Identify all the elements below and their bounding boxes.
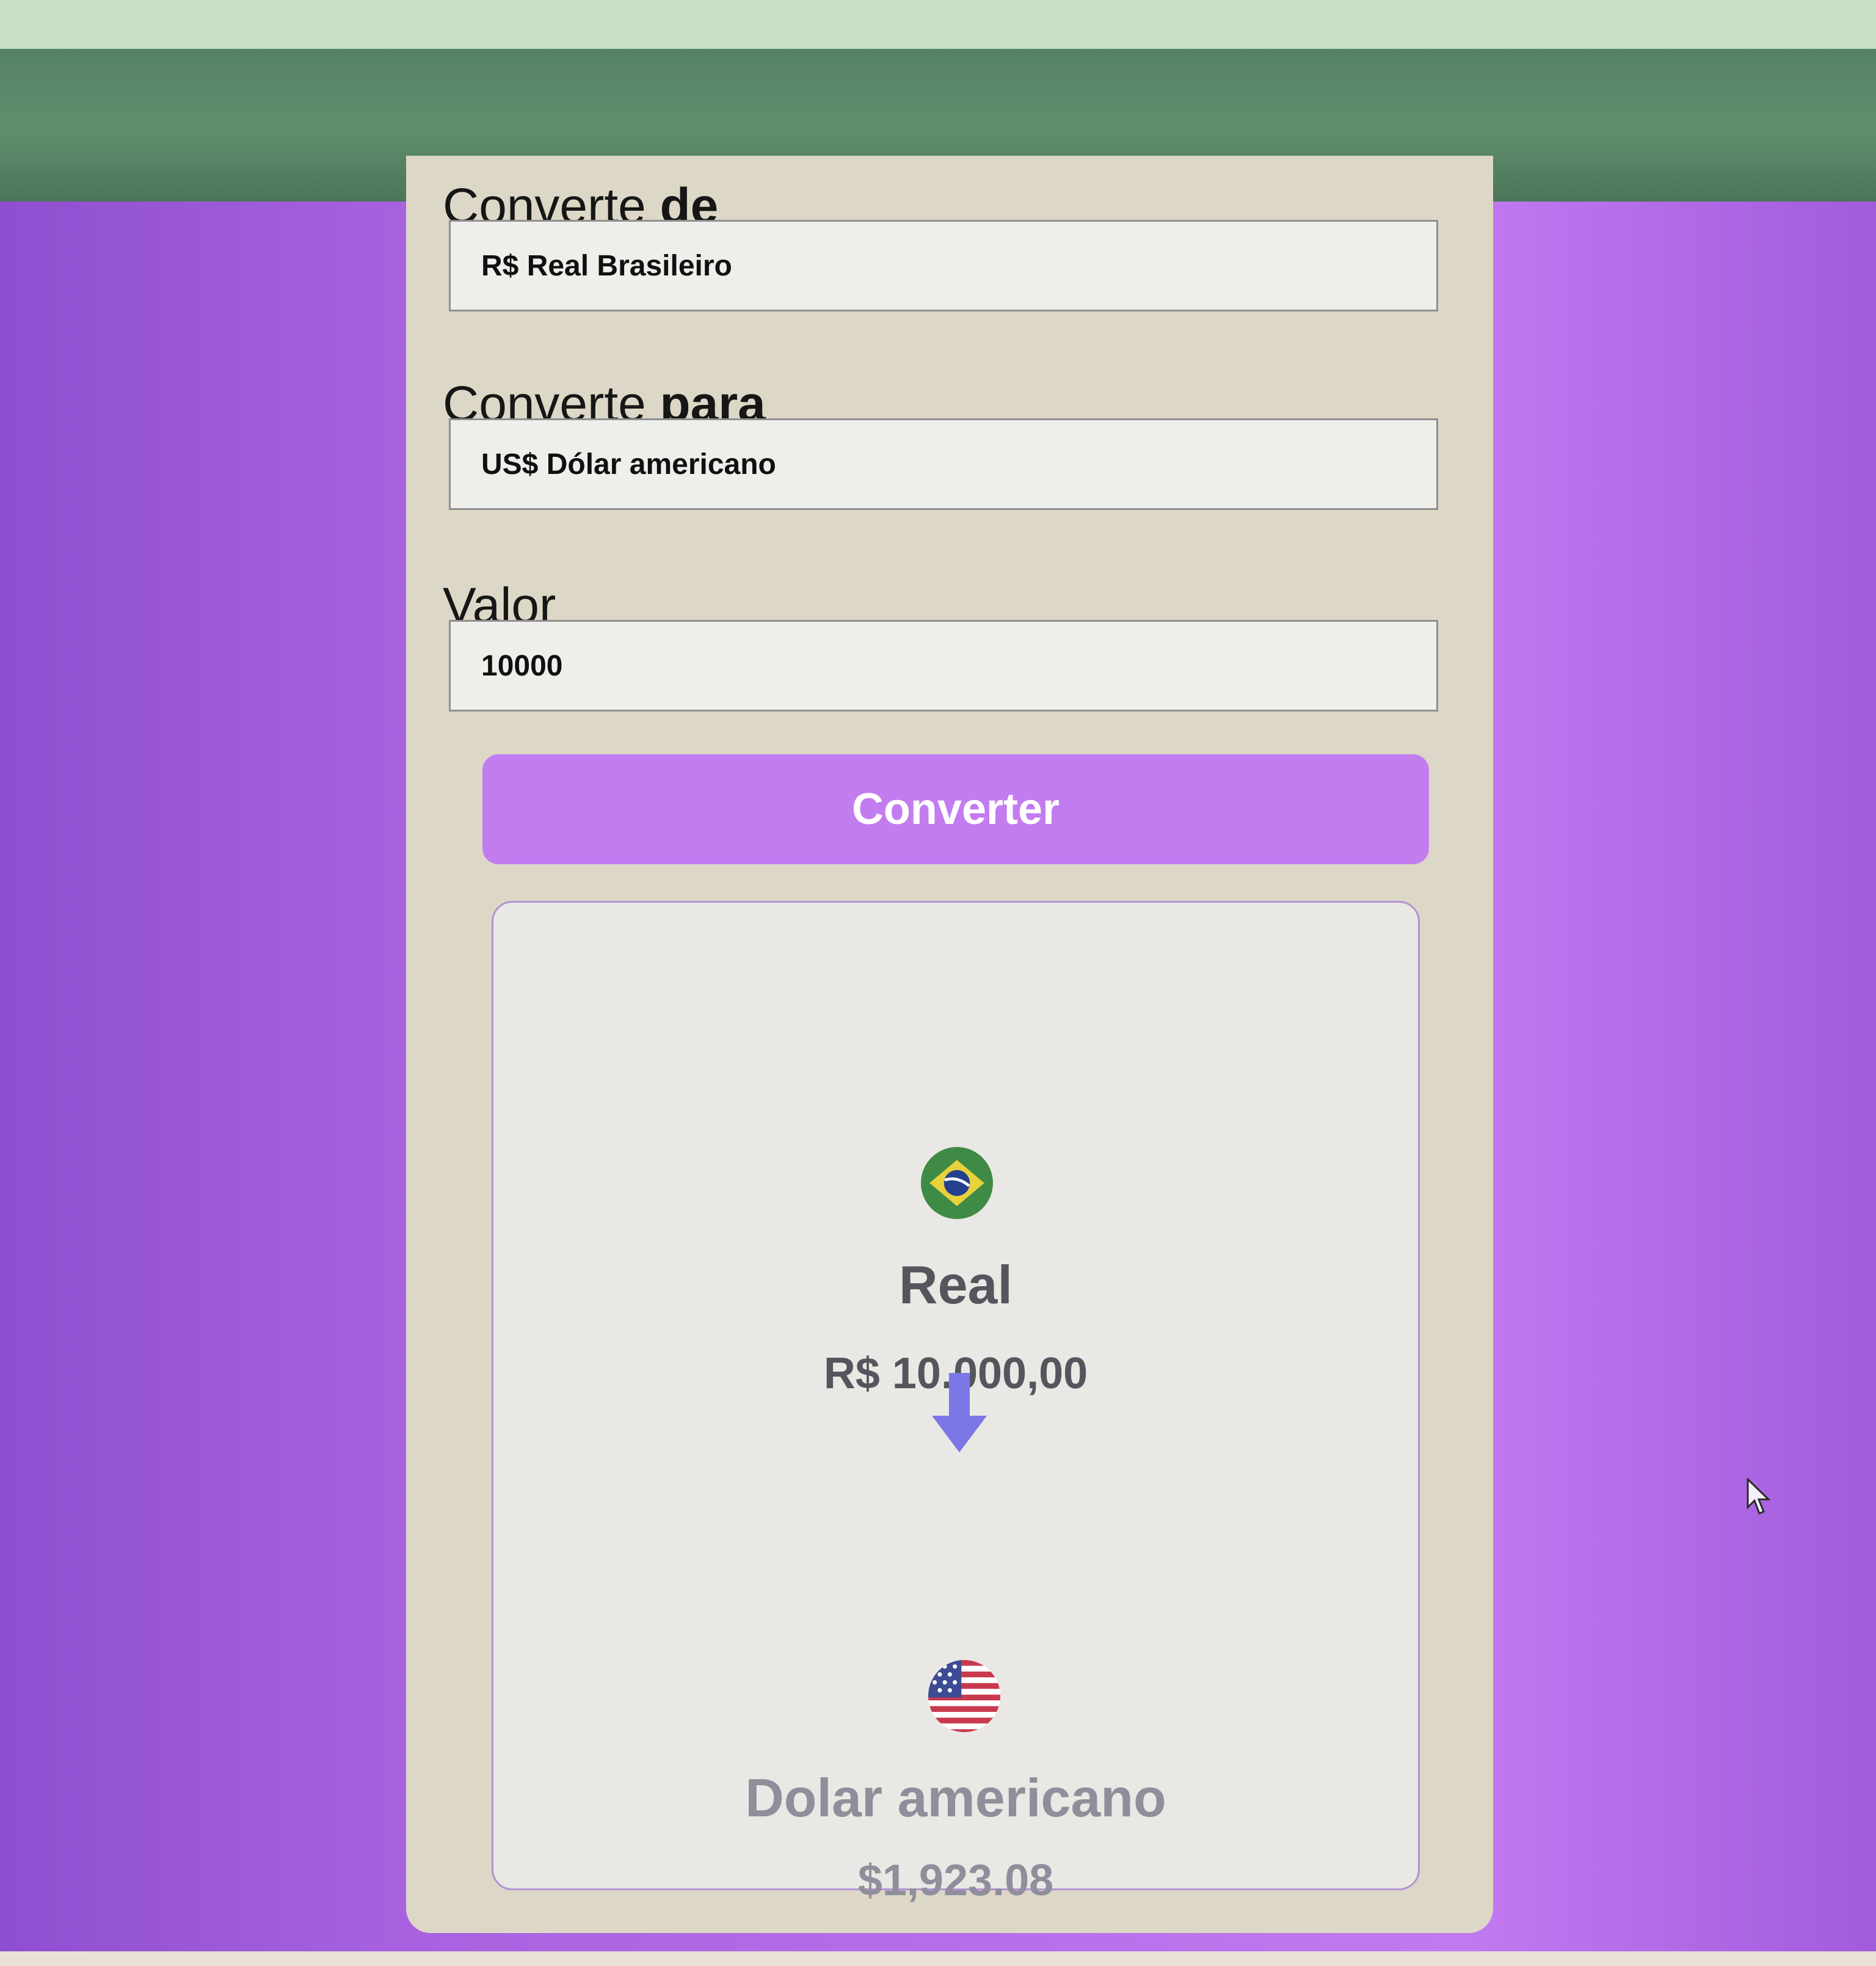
amount-input[interactable]: 10000 <box>449 620 1438 712</box>
target-currency-name: Dolar americano <box>745 1768 1166 1828</box>
us-flag-icon <box>928 1660 1000 1732</box>
convert-button[interactable]: Converter <box>482 754 1429 864</box>
from-currency-value: R$ Real Brasileiro <box>481 249 732 282</box>
from-currency-select[interactable]: R$ Real Brasileiro <box>449 220 1438 311</box>
window-top-strip <box>0 0 1876 49</box>
source-currency-name: Real <box>899 1254 1013 1315</box>
to-currency-select[interactable]: US$ Dólar americano <box>449 418 1438 510</box>
mouse-cursor-icon <box>1747 1478 1771 1515</box>
conversion-result-panel: Real R$ 10.000,00 Dolar americano $1,923… <box>492 901 1420 1905</box>
brazil-flag-icon <box>921 1147 993 1219</box>
to-currency-value: US$ Dólar americano <box>481 448 776 481</box>
target-currency-amount: $1,923.08 <box>857 1856 1054 1905</box>
converter-card: Converte de R$ Real Brasileiro Converte … <box>406 156 1493 1933</box>
arrow-down-icon <box>932 1373 987 1452</box>
amount-value: 10000 <box>481 649 563 682</box>
window-bottom-strip <box>0 1951 1876 1966</box>
